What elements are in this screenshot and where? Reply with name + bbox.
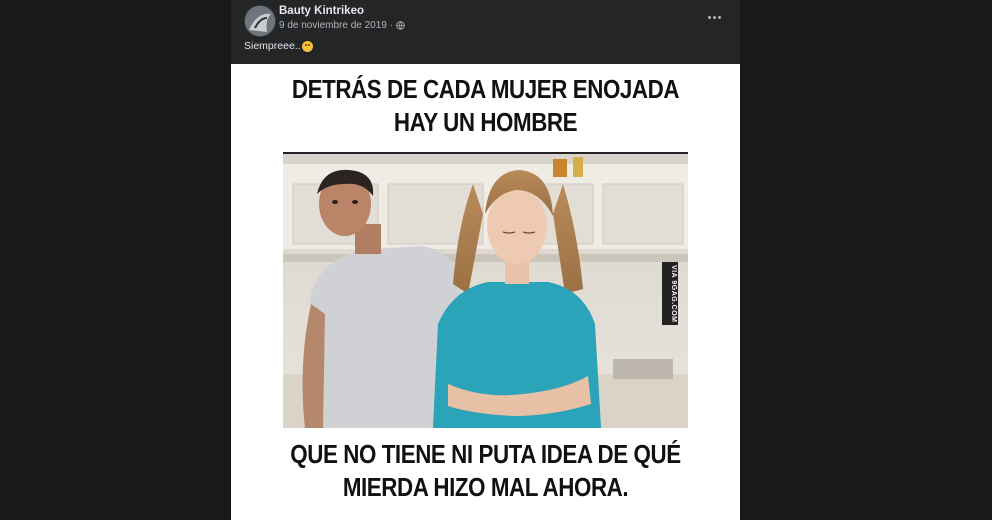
more-options-icon-dot <box>712 15 716 19</box>
globe-icon[interactable] <box>396 21 405 30</box>
meme-bottom-line-1: QUE NO TIENE NI PUTA IDEA DE QUÉ <box>290 439 681 469</box>
more-options-icon <box>707 15 711 19</box>
caption-text: Siempreee.. <box>244 40 301 52</box>
post-date[interactable]: 9 de noviembre de 2019 <box>279 20 387 31</box>
meme-bottom-text: QUE NO TIENE NI PUTA IDEA DE QUÉ MIERDA … <box>267 438 705 504</box>
meme-top-line-2: HAY UN HOMBRE <box>393 107 578 137</box>
meme-top-text: DETRÁS DE CADA MUJER ENOJADA HAY UN HOMB… <box>267 73 705 139</box>
meme-image[interactable]: DETRÁS DE CADA MUJER ENOJADA HAY UN HOMB… <box>231 64 740 520</box>
post-card: Bauty Kintrikeo 9 de noviembre de 2019 ·… <box>231 0 740 520</box>
post-caption: Siempreee.. <box>244 40 313 52</box>
watermark: VIA 9GAG.COM <box>662 262 678 326</box>
more-options-icon-dot <box>717 15 721 19</box>
smiling-face-icon <box>301 40 313 52</box>
post-header: Bauty Kintrikeo 9 de noviembre de 2019 ·… <box>231 0 740 64</box>
avatar[interactable] <box>244 5 276 37</box>
meme-bottom-line-2: MIERDA HIZO MAL AHORA. <box>342 472 629 502</box>
meta-separator: · <box>389 20 394 31</box>
meme-photo: VIA 9GAG.COM <box>283 152 688 428</box>
meme-top-line-1: DETRÁS DE CADA MUJER ENOJADA <box>291 74 680 104</box>
author-name[interactable]: Bauty Kintrikeo <box>279 5 364 17</box>
more-options-button[interactable] <box>702 9 726 25</box>
post-meta: 9 de noviembre de 2019 · <box>279 20 405 31</box>
